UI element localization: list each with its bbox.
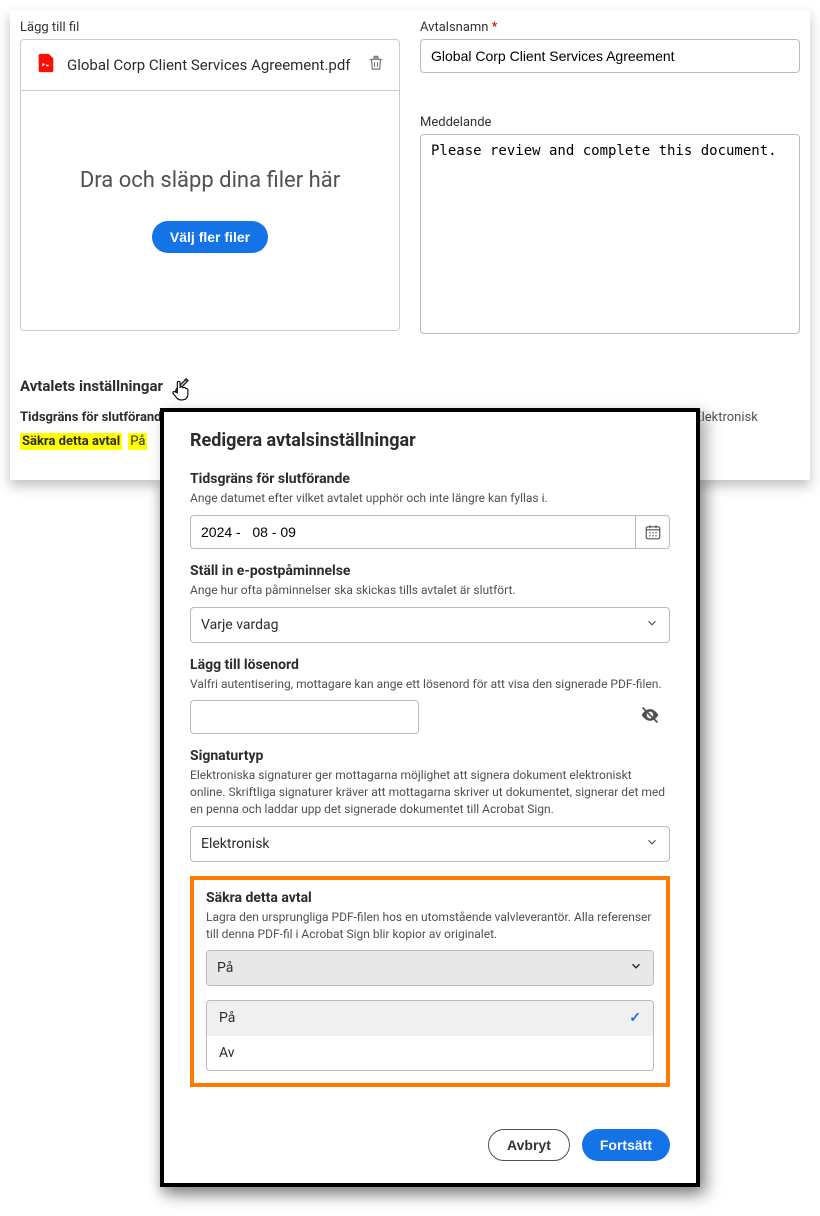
- reminder-select[interactable]: Varje vardag: [190, 607, 670, 643]
- vault-section-desc: Lagra den ursprungliga PDF-filen hos en …: [206, 909, 654, 943]
- signature-select[interactable]: Elektronisk: [190, 826, 670, 862]
- password-section-title: Lägg till lösenord: [190, 657, 670, 673]
- password-input[interactable]: [190, 700, 419, 734]
- message-label: Meddelande: [420, 115, 800, 130]
- eye-off-icon[interactable]: [640, 705, 660, 729]
- vault-options-list: På ✓ Av: [206, 1000, 654, 1071]
- summary-deadline-label: Tidsgräns för slutförande: [20, 410, 169, 425]
- signature-select-value: Elektronisk: [201, 836, 270, 852]
- calendar-icon[interactable]: [636, 515, 670, 549]
- vault-highlighted-block: Säkra detta avtal Lagra den ursprungliga…: [190, 876, 670, 1088]
- vault-section-title: Säkra detta avtal: [206, 890, 654, 906]
- signature-section-title: Signaturtyp: [190, 748, 670, 764]
- vault-option-off[interactable]: Av: [207, 1035, 653, 1070]
- summary-vault-label: Säkra detta avtal: [20, 433, 122, 450]
- settings-title: Avtalets inställningar: [20, 377, 163, 395]
- select-files-button[interactable]: Välj fler filer: [152, 221, 268, 253]
- deadline-date-input[interactable]: [190, 515, 636, 549]
- vault-select[interactable]: På: [206, 950, 654, 986]
- continue-button[interactable]: Fortsätt: [582, 1129, 670, 1161]
- file-dropzone[interactable]: Dra och släpp dina filer här Välj fler f…: [20, 91, 400, 331]
- vault-select-value: På: [217, 960, 233, 976]
- summary-signature-value: Elektronisk: [694, 410, 758, 425]
- modal-title: Redigera avtalsinställningar: [190, 430, 670, 451]
- edit-icon[interactable]: [173, 379, 193, 398]
- chevron-down-icon: [645, 616, 659, 634]
- reminder-section-title: Ställ in e-postpåminnelse: [190, 563, 670, 579]
- reminder-select-value: Varje vardag: [201, 617, 279, 633]
- reminder-section-desc: Ange hur ofta påminnelser ska skickas ti…: [190, 582, 670, 599]
- password-section-desc: Valfri autentisering, mottagare kan ange…: [190, 676, 670, 693]
- signature-section-desc: Elektroniska signaturer ger mottagarna m…: [190, 767, 670, 817]
- agreement-name-input[interactable]: [420, 39, 800, 73]
- summary-vault-value: På: [128, 433, 147, 450]
- message-textarea[interactable]: [420, 134, 800, 334]
- cancel-button[interactable]: Avbryt: [488, 1129, 570, 1161]
- deadline-section-desc: Ange datumet efter vilket avtalet upphör…: [190, 490, 670, 507]
- uploaded-file-row: Global Corp Client Services Agreement.pd…: [20, 39, 400, 91]
- pdf-icon: [35, 52, 57, 78]
- edit-settings-modal: Redigera avtalsinställningar Tidsgräns f…: [160, 408, 700, 1187]
- deadline-section-title: Tidsgräns för slutförande: [190, 471, 670, 487]
- trash-icon[interactable]: [367, 54, 385, 76]
- file-section-label: Lägg till fil: [20, 20, 400, 35]
- uploaded-file-name: Global Corp Client Services Agreement.pd…: [67, 56, 357, 74]
- check-icon: ✓: [629, 1010, 641, 1026]
- chevron-down-icon: [645, 835, 659, 853]
- agreement-name-label: Avtalsnamn *: [420, 20, 800, 35]
- chevron-down-icon: [629, 959, 643, 977]
- dropzone-text: Dra och släpp dina filer här: [80, 168, 340, 193]
- vault-option-on[interactable]: På ✓: [207, 1001, 653, 1035]
